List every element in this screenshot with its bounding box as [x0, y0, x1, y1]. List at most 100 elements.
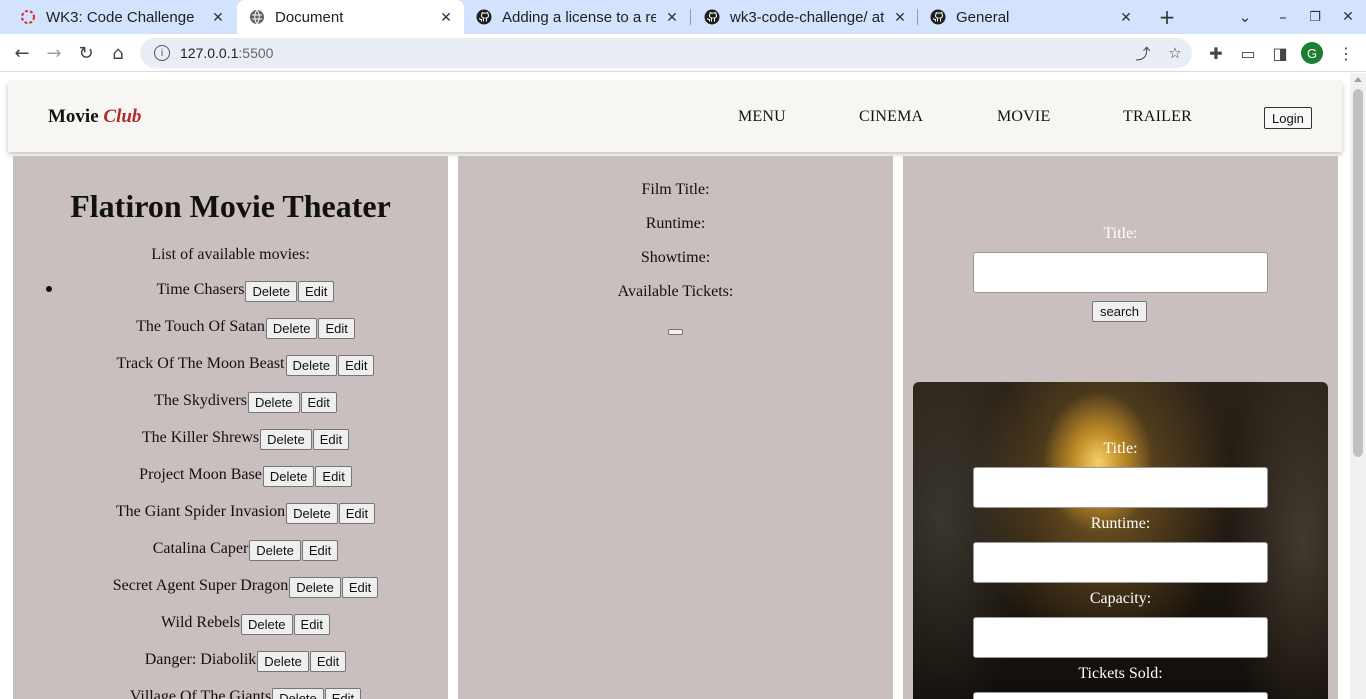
movie-list-item: Track Of The Moon Beast Delete Edit [13, 354, 448, 391]
add-title-input[interactable] [973, 467, 1268, 508]
search-button[interactable]: search [1092, 301, 1148, 322]
movie-title[interactable]: Project Moon Base [139, 465, 262, 485]
film-title-label: Film Title: [641, 181, 710, 198]
close-icon[interactable]: ✕ [438, 9, 454, 25]
delete-button[interactable]: Delete [257, 651, 309, 672]
tab-title: General [956, 8, 1010, 26]
movie-list-item: The Skydivers Delete Edit [13, 391, 448, 428]
add-tickets-sold-input[interactable] [973, 692, 1268, 699]
search-title-input[interactable] [973, 252, 1268, 293]
nav-cinema[interactable]: CINEMA [859, 108, 923, 126]
delete-button[interactable]: Delete [260, 429, 312, 450]
movie-title[interactable]: Wild Rebels [161, 613, 240, 633]
edit-button[interactable]: Edit [318, 318, 355, 339]
add-movie-form: Title: Runtime: Capacity: Tickets Sold: [913, 382, 1328, 699]
edit-button[interactable]: Edit [301, 540, 339, 561]
scroll-up-arrow-icon[interactable] [1354, 77, 1362, 82]
movie-title[interactable]: Village Of The Giants [130, 687, 271, 699]
delete-button[interactable]: Delete [265, 318, 318, 339]
add-runtime-label: Runtime: [1090, 515, 1151, 532]
share-icon[interactable]: ⤴ [1128, 38, 1158, 68]
edit-button[interactable]: Edit [324, 688, 362, 699]
address-bar[interactable]: i 127.0.0.1:5500 ⤴ ☆ [140, 38, 1192, 68]
page-scrollbar[interactable] [1350, 73, 1366, 699]
nav-trailer[interactable]: TRAILER [1123, 108, 1192, 126]
runtime-label: Runtime: [645, 215, 706, 232]
edit-button[interactable]: Edit [341, 577, 379, 598]
delete-button[interactable]: Delete [285, 355, 338, 376]
browser-tab-license[interactable]: Adding a license to a repository ✕ [464, 0, 690, 34]
window-close-icon[interactable]: ✕ [1332, 0, 1364, 34]
browser-tab-general[interactable]: General ✕ [918, 0, 1144, 34]
close-icon[interactable]: ✕ [1118, 9, 1134, 25]
browser-tab-document[interactable]: Document ✕ [237, 0, 464, 34]
url-port: :5500 [238, 45, 274, 61]
movie-title[interactable]: Catalina Caper [153, 539, 249, 559]
brand-main: Movie [48, 106, 99, 127]
home-icon[interactable]: ⌂ [102, 37, 134, 69]
edit-button[interactable]: Edit [315, 466, 352, 487]
reload-icon[interactable]: ↻ [70, 37, 102, 69]
github-icon [704, 9, 720, 25]
add-runtime-input[interactable] [973, 542, 1268, 583]
chevron-down-icon[interactable]: ⌄ [1229, 0, 1261, 34]
delete-button[interactable]: Delete [286, 503, 338, 524]
edit-button[interactable]: Edit [298, 281, 335, 302]
github-icon [476, 9, 492, 25]
movie-title[interactable]: Time Chasers [157, 280, 245, 300]
theater-title: Flatiron Movie Theater [70, 188, 391, 224]
movie-title[interactable]: Track Of The Moon Beast [117, 354, 285, 374]
scrollbar-thumb[interactable] [1353, 89, 1363, 457]
movie-title[interactable]: Danger: Diabolik [145, 650, 257, 670]
delete-button[interactable]: Delete [247, 392, 300, 413]
restore-icon[interactable]: ❐ [1299, 0, 1331, 34]
close-icon[interactable]: ✕ [892, 9, 908, 25]
movie-title[interactable]: The Skydivers [154, 391, 247, 411]
movie-title[interactable]: Secret Agent Super Dragon [113, 576, 289, 596]
delete-button[interactable]: Delete [245, 281, 298, 302]
movie-title[interactable]: The Touch Of Satan [136, 317, 265, 337]
delete-button[interactable]: Delete [262, 466, 315, 487]
nav-movie[interactable]: MOVIE [997, 108, 1050, 126]
movie-title[interactable]: The Giant Spider Invasion [116, 502, 285, 522]
close-icon[interactable]: ✕ [210, 9, 226, 25]
new-tab-icon[interactable]: + [1151, 0, 1183, 34]
search-title-label: Title: [1103, 225, 1138, 242]
tab-separator [690, 9, 691, 25]
nav-menu[interactable]: MENU [738, 108, 786, 126]
forward-icon[interactable]: → [38, 37, 70, 69]
page-viewport: Movie Club MENU CINEMA MOVIE TRAILER Log… [0, 73, 1350, 699]
site-info-icon[interactable]: i [154, 45, 170, 61]
brand-accent: Club [103, 106, 142, 127]
profile-avatar[interactable]: G [1301, 42, 1323, 64]
side-panel-icon[interactable]: ◨ [1264, 37, 1296, 69]
edit-button[interactable]: Edit [293, 614, 330, 635]
movie-list-item: Time Chasers Delete Edit [13, 280, 448, 317]
edit-button[interactable]: Edit [309, 651, 347, 672]
edit-button[interactable]: Edit [312, 429, 350, 450]
movie-list-item: Village Of The Giants Delete Edit [13, 687, 448, 699]
minimize-icon[interactable]: – [1267, 0, 1299, 34]
browser-tab-wk3[interactable]: WK3: Code Challenge ✕ [8, 0, 236, 34]
delete-button[interactable]: Delete [249, 540, 301, 561]
delete-button[interactable]: Delete [272, 688, 324, 699]
add-capacity-input[interactable] [973, 617, 1268, 658]
browser-tab-wk3-repo[interactable]: wk3-code-challenge/ at main ✕ [692, 0, 918, 34]
cast-icon[interactable]: ▭ [1232, 37, 1264, 69]
back-icon[interactable]: ← [6, 37, 38, 69]
login-button[interactable]: Login [1264, 107, 1312, 129]
extensions-icon[interactable]: ✚ [1200, 37, 1232, 69]
browser-toolbar: ← → ↻ ⌂ i 127.0.0.1:5500 ⤴ ☆ ✚ ▭ ◨ G ⋮ [0, 34, 1366, 72]
delete-button[interactable]: Delete [289, 577, 341, 598]
edit-button[interactable]: Edit [338, 355, 375, 376]
brand-logo[interactable]: Movie Club [48, 106, 141, 128]
tab-title: Document [275, 8, 344, 26]
edit-button[interactable]: Edit [338, 503, 376, 524]
menu-dots-icon[interactable]: ⋮ [1330, 37, 1362, 69]
delete-button[interactable]: Delete [240, 614, 293, 635]
close-icon[interactable]: ✕ [664, 9, 680, 25]
movie-title[interactable]: The Killer Shrews [142, 428, 259, 448]
edit-button[interactable]: Edit [300, 392, 337, 413]
buy-ticket-button[interactable] [668, 329, 683, 335]
bookmark-star-icon[interactable]: ☆ [1160, 38, 1190, 68]
